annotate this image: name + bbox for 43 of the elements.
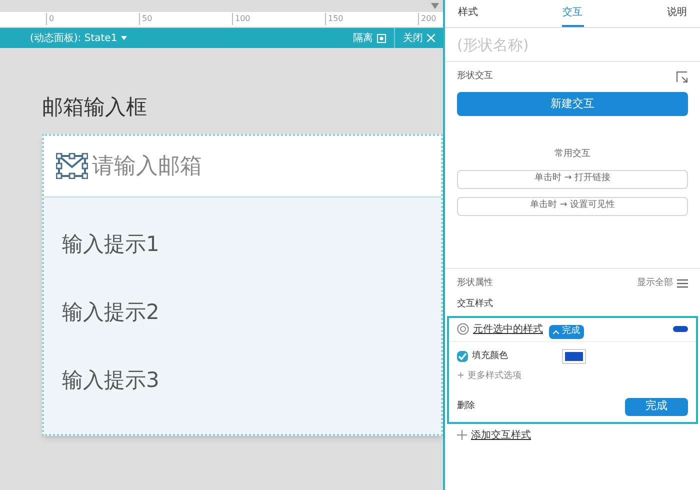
section-label: 形状交互	[457, 70, 493, 84]
shape-name-field[interactable]: (形状名称)	[445, 28, 700, 62]
tab[interactable]: 说明	[666, 0, 688, 27]
new-interaction-button[interactable]: 新建交互	[457, 92, 688, 116]
section-label: 交互样式	[456, 298, 494, 311]
widget-title: 邮箱输入框	[42, 94, 148, 121]
show-all-link[interactable]: 显示全部	[637, 276, 673, 290]
ruler-label: 50	[139, 13, 152, 25]
color-picker[interactable]	[562, 349, 586, 364]
ruler-label: 100	[232, 13, 250, 25]
delete-link[interactable]: 删除	[457, 400, 475, 414]
section-label: 常用交互	[554, 148, 592, 161]
menu-icon[interactable]	[677, 278, 688, 288]
done-button[interactable]: 完成	[625, 398, 688, 416]
checkbox[interactable]	[457, 351, 468, 362]
caret-up-icon	[553, 330, 559, 334]
tab[interactable]: 交互	[562, 0, 584, 27]
suggestion-item[interactable]: 输入提示2	[44, 278, 441, 346]
style-name-link[interactable]: 元件选中的样式	[473, 322, 543, 336]
caret-icon[interactable]	[431, 3, 439, 9]
envelope-icon	[56, 153, 88, 179]
color-swatch[interactable]	[673, 326, 688, 332]
done-tag[interactable]: 完成	[549, 325, 584, 339]
email-field[interactable]: 请输入邮箱	[92, 150, 441, 182]
email-input-box[interactable]: 请输入邮箱	[44, 136, 441, 198]
section-label: 形状属性	[457, 276, 493, 290]
suggestion-item[interactable]: 输入提示1	[44, 210, 441, 278]
quick-action-button[interactable]: 单击时 → 设置可见性	[457, 196, 688, 216]
target-icon	[377, 34, 386, 42]
plus-icon	[457, 430, 467, 440]
target-icon	[457, 323, 469, 335]
ruler-label: 0	[46, 13, 54, 25]
more-options-link[interactable]: + 更多样式选项	[449, 370, 530, 383]
add-style-link[interactable]: 添加交互样式	[471, 428, 531, 442]
ruler-label: 200	[418, 13, 436, 25]
quick-action-button[interactable]: 单击时 → 打开链接	[457, 170, 688, 188]
ruler-label: 150	[325, 13, 344, 25]
suggestion-item[interactable]: 输入提示3	[44, 346, 441, 414]
tab[interactable]: 样式	[457, 0, 479, 27]
fill-color-label: 填充颜色	[472, 350, 509, 363]
expand-icon[interactable]	[676, 71, 688, 83]
close-icon	[427, 34, 435, 42]
caret-icon[interactable]	[121, 36, 128, 40]
